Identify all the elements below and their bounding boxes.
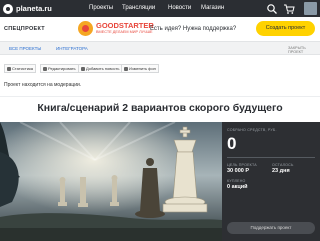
- tab-integrator[interactable]: ИНТЕГРАТОРА: [56, 46, 88, 51]
- goodstarter-ball-icon: [78, 21, 93, 36]
- remaining-value: 23 дня: [272, 168, 290, 174]
- user-avatar[interactable]: [304, 2, 317, 15]
- chart-icon: [7, 67, 11, 71]
- divider: [0, 96, 320, 97]
- tabs-bar: [0, 41, 320, 55]
- pencil-icon: [43, 67, 47, 71]
- progress-bar: [227, 157, 315, 158]
- goal-value: 30 000 Р: [227, 168, 250, 174]
- idea-question: Есть идея? Нужна поддержка?: [150, 26, 237, 32]
- cart-icon[interactable]: [283, 3, 295, 15]
- bought-value: 0 акций: [227, 184, 248, 190]
- goodstarter-subtitle: ВМЕСТЕ ДЕЛАЕМ МИР ЛУЧШЕ: [96, 30, 153, 34]
- close-project-link[interactable]: ЗАКРЫТЬ ПРОЕКТ: [288, 46, 320, 54]
- nav-item-shop[interactable]: Магазин: [201, 4, 224, 12]
- goal-label: ЦЕЛЬ ПРОЕКТА: [227, 163, 257, 167]
- change-background-button[interactable]: Изменить фон: [121, 64, 159, 73]
- nav-item-news[interactable]: Новости: [168, 4, 191, 12]
- statistics-button[interactable]: Статистика: [4, 64, 37, 73]
- moderation-notice: Проект находится на модерации.: [4, 82, 82, 88]
- add-news-label: Добавить новость: [86, 66, 120, 71]
- support-project-button[interactable]: Поддержать проект: [227, 222, 315, 234]
- create-project-button[interactable]: Создать проект: [256, 21, 315, 36]
- bought-label: КУПЛЕНО: [227, 179, 246, 183]
- raised-label: СОБРАНО СРЕДСТВ, РУБ.: [227, 128, 277, 132]
- nav-item-projects[interactable]: Проекты: [89, 4, 113, 12]
- add-news-button[interactable]: Добавить новость: [78, 64, 123, 73]
- logo-text: planeta.ru: [16, 4, 52, 13]
- raised-value: 0: [227, 134, 237, 153]
- special-project-label: СПЕЦПРОЕКТ: [4, 26, 45, 32]
- edit-button[interactable]: Редактировать: [40, 64, 79, 73]
- image-icon: [124, 67, 128, 71]
- edit-label: Редактировать: [48, 66, 76, 71]
- planeta-logo[interactable]: planeta.ru: [3, 3, 52, 14]
- document-icon: [81, 67, 85, 71]
- statistics-label: Статистика: [12, 66, 34, 71]
- project-cover-image: [0, 122, 222, 241]
- nav-item-broadcasts[interactable]: Трансляции: [122, 4, 155, 12]
- change-background-label: Изменить фон: [129, 66, 156, 71]
- tab-all-projects[interactable]: ВСЕ ПРОЕКТЫ: [9, 46, 41, 51]
- remaining-label: ОСТАЛОСЬ: [272, 163, 294, 167]
- goodstarter-logo[interactable]: GOODSTARTER ВМЕСТЕ ДЕЛАЕМ МИР ЛУЧШЕ: [78, 20, 154, 38]
- goodstarter-title: GOODSTARTER: [96, 21, 154, 30]
- planeta-logo-icon: [3, 3, 13, 14]
- search-icon[interactable]: [266, 3, 278, 15]
- project-title: Книга/сценарий 2 вариантов скорого будущ…: [37, 102, 283, 114]
